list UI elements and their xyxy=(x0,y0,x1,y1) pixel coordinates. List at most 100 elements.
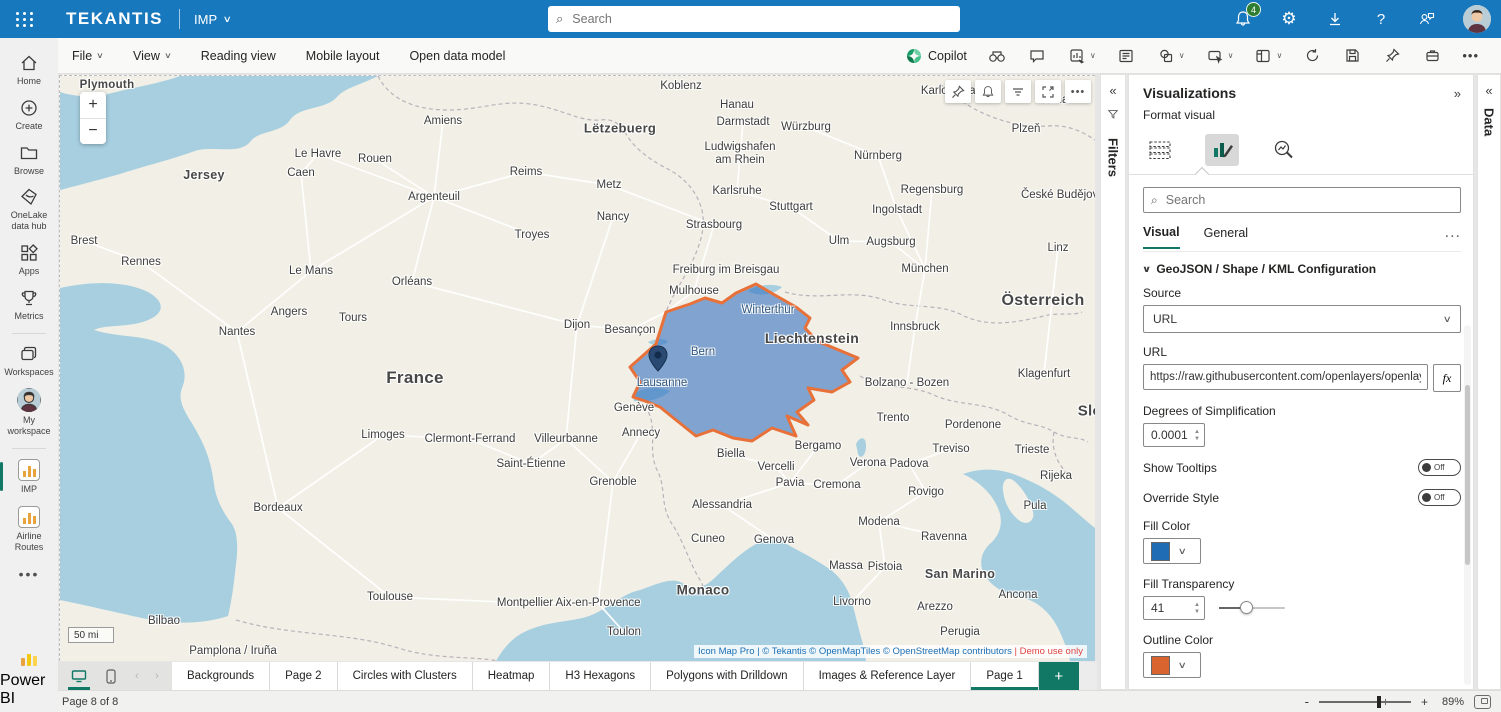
zoom-out-canvas-button[interactable]: - xyxy=(1305,694,1309,709)
page-tab[interactable]: Page 2 xyxy=(270,662,337,690)
menu-mobile-layout[interactable]: Mobile layout xyxy=(306,49,380,63)
zoom-in-canvas-button[interactable]: + xyxy=(1421,695,1428,709)
map-label: Plymouth xyxy=(80,79,135,91)
override-style-toggle[interactable]: Off xyxy=(1418,489,1461,506)
shapes-button[interactable]: ∨ xyxy=(1156,46,1185,66)
layout-button[interactable]: ∨ xyxy=(1253,46,1282,66)
attribution-links[interactable]: Icon Map Pro | © Tekantis © OpenMapTiles… xyxy=(698,646,1015,657)
page-tab[interactable]: Page 1 xyxy=(971,662,1038,690)
comments-icon[interactable] xyxy=(1027,46,1047,66)
page-tab[interactable]: H3 Hexagons xyxy=(550,662,651,690)
map-label: Ulm xyxy=(829,235,849,247)
fx-conditional-format-button[interactable]: fx xyxy=(1433,364,1461,392)
format-tab-icon[interactable] xyxy=(1205,134,1239,166)
zoom-in-button[interactable]: + xyxy=(80,92,106,119)
report-name-menu[interactable]: IMP∨ xyxy=(194,12,231,27)
canvas-zoom-slider[interactable] xyxy=(1319,701,1411,703)
nav-apps[interactable]: Apps xyxy=(0,238,58,283)
nav-home[interactable]: Home xyxy=(0,48,58,93)
stepper-arrows-icon[interactable]: ▲▼ xyxy=(1190,429,1204,442)
new-visual-button[interactable]: ∨ xyxy=(1067,46,1096,66)
fields-tab-icon[interactable] xyxy=(1143,134,1177,166)
map-label: Monaco xyxy=(677,583,730,598)
map-label: Modena xyxy=(858,516,900,528)
map-label: Verona xyxy=(850,457,886,469)
sensitivity-icon[interactable] xyxy=(1422,46,1442,66)
fill-transparency-slider[interactable] xyxy=(1219,607,1285,609)
nav-metrics[interactable]: Metrics xyxy=(0,283,58,328)
download-button[interactable] xyxy=(1325,9,1345,29)
map-visual[interactable]: PlymouthAmiensKoblenzHanauDarmstadtWürzb… xyxy=(59,75,1095,661)
show-tooltips-toggle[interactable]: Off xyxy=(1418,459,1461,476)
text-box-icon[interactable] xyxy=(1116,46,1136,66)
nav-my-workspace[interactable]: My workspace xyxy=(0,383,58,443)
visual-filter-button[interactable] xyxy=(1005,80,1031,103)
menu-reading-view[interactable]: Reading view xyxy=(201,49,276,63)
fill-color-picker[interactable]: ∨ xyxy=(1143,538,1201,564)
search-input[interactable] xyxy=(570,11,952,27)
analytics-tab-icon[interactable] xyxy=(1267,134,1301,166)
visual-pin-button[interactable] xyxy=(945,80,971,103)
page-tab[interactable]: Images & Reference Layer xyxy=(804,662,972,690)
more-options-icon[interactable]: ••• xyxy=(1462,48,1479,63)
refresh-icon[interactable] xyxy=(1302,46,1322,66)
pane-scrollbar[interactable] xyxy=(1464,325,1471,685)
expand-data-icon[interactable]: « xyxy=(1485,75,1492,104)
pin-icon[interactable] xyxy=(1382,46,1402,66)
menu-file[interactable]: File∨ xyxy=(72,49,103,63)
settings-gear-button[interactable]: ⚙ xyxy=(1279,9,1299,29)
app-launcher-icon[interactable] xyxy=(6,0,44,38)
save-icon[interactable] xyxy=(1342,46,1362,66)
menu-view[interactable]: View∨ xyxy=(133,49,171,63)
notifications-button[interactable]: 4 xyxy=(1233,9,1253,29)
map-label: Bern xyxy=(691,346,715,358)
nav-report-imp[interactable]: IMP xyxy=(0,454,58,501)
prev-page-icon[interactable]: ‹ xyxy=(132,670,142,682)
page-tab[interactable]: Circles with Clusters xyxy=(338,662,473,690)
nav-more-icon[interactable]: ••• xyxy=(19,558,40,590)
feedback-button[interactable] xyxy=(1417,9,1437,29)
zoom-out-button[interactable]: − xyxy=(80,119,106,145)
map-label: Strasbourg xyxy=(686,219,742,231)
desktop-view-button[interactable] xyxy=(68,662,90,690)
data-pane-title[interactable]: Data xyxy=(1482,108,1497,136)
visual-focus-mode-button[interactable] xyxy=(1035,80,1061,103)
nav-power-bi[interactable]: Power BI xyxy=(0,647,58,712)
help-button[interactable]: ? xyxy=(1371,9,1391,29)
next-page-icon[interactable]: › xyxy=(152,670,162,682)
expand-filters-icon[interactable]: « xyxy=(1109,75,1116,104)
simplification-stepper[interactable]: 0.0001 ▲▼ xyxy=(1143,423,1205,447)
map-pin-marker[interactable] xyxy=(646,344,670,374)
tab-general[interactable]: General xyxy=(1204,226,1248,248)
page-tab[interactable]: Heatmap xyxy=(473,662,551,690)
nav-create[interactable]: Create xyxy=(0,93,58,138)
nav-workspaces[interactable]: Workspaces xyxy=(0,339,58,384)
tab-visual[interactable]: Visual xyxy=(1143,225,1180,249)
account-avatar[interactable] xyxy=(1463,5,1491,33)
mobile-view-button[interactable] xyxy=(100,662,122,690)
visual-alert-button[interactable] xyxy=(975,80,1001,103)
format-more-icon[interactable]: ... xyxy=(1445,224,1461,250)
buttons-button[interactable]: ∨ xyxy=(1205,46,1234,66)
icon-map[interactable]: PlymouthAmiensKoblenzHanauDarmstadtWürzb… xyxy=(60,76,1095,661)
fill-transparency-stepper[interactable]: 41 ▲▼ xyxy=(1143,596,1205,620)
explore-icon[interactable] xyxy=(987,46,1007,66)
page-tab[interactable]: Polygons with Drilldown xyxy=(651,662,803,690)
nav-onelake-data-hub[interactable]: OneLake data hub xyxy=(0,182,58,238)
outline-color-picker[interactable]: ∨ xyxy=(1143,652,1201,678)
page-tab[interactable]: Backgrounds xyxy=(172,662,270,690)
visual-more-options-button[interactable]: ••• xyxy=(1065,80,1091,103)
nav-browse[interactable]: Browse xyxy=(0,138,58,183)
filters-pane-title[interactable]: Filters xyxy=(1106,138,1121,177)
url-input[interactable] xyxy=(1143,364,1428,390)
menu-open-data-model[interactable]: Open data model xyxy=(409,49,505,63)
fit-to-page-icon[interactable] xyxy=(1474,695,1491,709)
nav-report-airline-routes[interactable]: Airline Routes xyxy=(0,501,58,559)
source-select[interactable]: URL∨ xyxy=(1143,305,1461,333)
geojson-section-header[interactable]: ∨ GeoJSON / Shape / KML Configuration xyxy=(1143,262,1461,276)
add-page-button[interactable]: + xyxy=(1039,662,1079,690)
format-search-input[interactable] xyxy=(1164,192,1453,208)
collapse-visualizations-icon[interactable]: » xyxy=(1454,86,1461,101)
copilot-button[interactable]: Copilot xyxy=(906,48,967,64)
stepper-arrows-icon[interactable]: ▲▼ xyxy=(1190,602,1204,615)
